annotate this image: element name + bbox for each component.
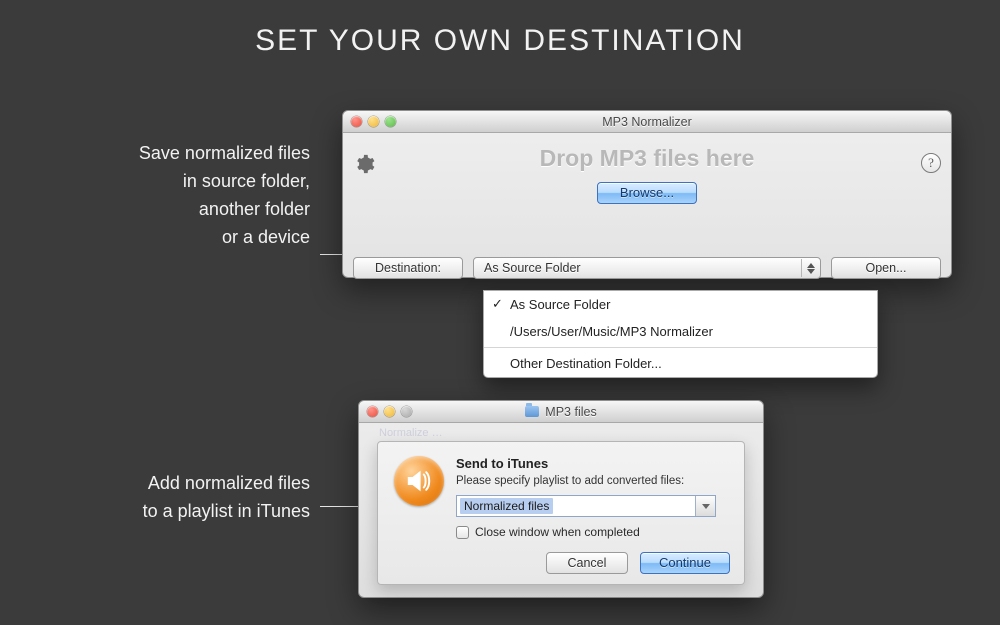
close-icon[interactable] (351, 116, 362, 127)
menu-separator (484, 347, 877, 348)
minimize-icon[interactable] (368, 116, 379, 127)
checkbox-box-icon (456, 526, 469, 539)
window-mp3-normalizer: MP3 Normalizer ? Drop MP3 files here Bro… (342, 110, 952, 278)
playlist-value: Normalized files (460, 498, 553, 514)
folder-icon (525, 406, 539, 417)
open-button[interactable]: Open... (831, 257, 941, 279)
drop-zone-label: Drop MP3 files here (343, 145, 951, 172)
caption-line: to a playlist in iTunes (143, 501, 310, 521)
window-title: MP3 files (545, 405, 596, 419)
browse-button[interactable]: Browse... (597, 182, 697, 204)
caption-itunes: Add normalized files to a playlist in iT… (60, 470, 310, 526)
cancel-button[interactable]: Cancel (546, 552, 628, 574)
continue-button[interactable]: Continue (640, 552, 730, 574)
destination-menu: As Source Folder /Users/User/Music/MP3 N… (483, 290, 878, 378)
chevron-down-icon[interactable] (695, 496, 715, 516)
traffic-lights (367, 406, 412, 417)
help-icon[interactable]: ? (921, 153, 941, 173)
caption-line: another folder (199, 199, 310, 219)
destination-button[interactable]: Destination: (353, 257, 463, 279)
gear-icon[interactable] (353, 153, 375, 175)
titlebar[interactable]: MP3 Normalizer (343, 111, 951, 133)
window-title: MP3 Normalizer (602, 115, 692, 129)
send-to-itunes-sheet: Send to iTunes Please specify playlist t… (377, 441, 745, 585)
page-heading: SET YOUR OWN DESTINATION (0, 24, 1000, 58)
close-icon[interactable] (367, 406, 378, 417)
caption-line: Add normalized files (148, 473, 310, 493)
traffic-lights (351, 116, 396, 127)
destination-value: As Source Folder (484, 261, 581, 275)
checkbox-label: Close window when completed (475, 525, 640, 539)
minimize-icon[interactable] (384, 406, 395, 417)
destination-popup[interactable]: As Source Folder (473, 257, 821, 279)
menu-item-as-source[interactable]: As Source Folder (484, 291, 877, 318)
app-icon (394, 456, 444, 506)
sheet-message: Please specify playlist to add converted… (456, 475, 728, 487)
playlist-combobox[interactable]: Normalized files (456, 495, 716, 517)
caption-line: Save normalized files (139, 143, 310, 163)
caption-destination: Save normalized files in source folder, … (40, 140, 310, 252)
sheet-title: Send to iTunes (456, 456, 728, 471)
titlebar[interactable]: MP3 files (359, 401, 763, 423)
zoom-disabled-icon (401, 406, 412, 417)
zoom-icon[interactable] (385, 116, 396, 127)
window-mp3-files: MP3 files Normalize … Send to iTunes Ple… (358, 400, 764, 598)
caption-line: or a device (222, 227, 310, 247)
background-faint-text: Normalize … (379, 427, 743, 439)
caption-line: in source folder, (183, 171, 310, 191)
updown-arrows-icon (801, 259, 819, 277)
close-when-done-checkbox[interactable]: Close window when completed (456, 525, 728, 539)
menu-item-user-path[interactable]: /Users/User/Music/MP3 Normalizer (484, 318, 877, 345)
menu-item-other[interactable]: Other Destination Folder... (484, 350, 877, 377)
